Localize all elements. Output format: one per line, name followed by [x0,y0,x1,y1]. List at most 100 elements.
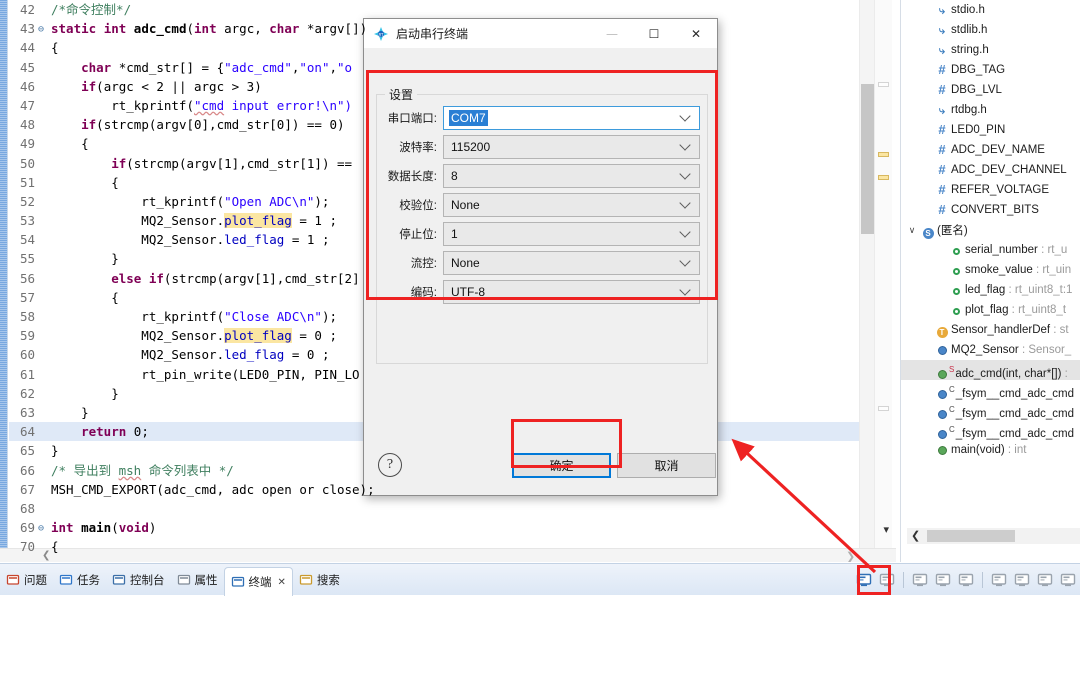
baud-rate-combobox[interactable]: 115200 [443,134,700,159]
define-icon: # [938,142,946,157]
outline-item-label: REFER_VOLTAGE [951,184,1049,196]
chevron-down-icon[interactable]: ▾ [883,523,889,536]
code-line[interactable]: 68 [9,499,889,518]
cancel-button[interactable]: 取消 [617,453,716,478]
outline-item[interactable]: ∨ S (匿名) [901,220,1080,240]
chevron-down-icon[interactable] [681,169,692,180]
copy-all-button[interactable] [989,570,1009,590]
outline-item[interactable]: # CONVERT_BITS [901,200,1080,220]
settings-button[interactable] [1035,570,1055,590]
outline-item[interactable]: serial_number : rt_u [901,240,1080,260]
layout-button[interactable] [956,570,976,590]
outline-item[interactable]: # DBG_LVL [901,80,1080,100]
view-tab-strip[interactable]: 问题 任务 控制台 属性 终端 ✕ 搜索 [0,564,346,596]
paste-special-button[interactable] [933,570,953,590]
fold-toggle-icon[interactable]: ⊖ [35,20,47,39]
editor-overview-ruler[interactable] [874,0,892,548]
fold-toggle-icon[interactable]: ⊖ [35,519,47,538]
code-line[interactable]: 69 ⊖ int main(void) [9,518,889,537]
outline-item[interactable]: # REFER_VOLTAGE [901,180,1080,200]
view-tab-problems[interactable]: 问题 [0,567,53,593]
outline-item-label: ADC_DEV_CHANNEL [951,164,1067,176]
line-number: 48 [19,117,35,133]
outline-item[interactable]: C_fsym__cmd_adc_cmd [901,380,1080,400]
view-tab-properties[interactable]: 属性 [171,567,224,593]
open-terminal-button[interactable] [854,570,874,590]
outline-view[interactable]: ⤷ stdio.h ⤷ stdlib.h ⤷ string.h # DBG_TAG # DBG_L… [900,0,1080,562]
line-number: 56 [19,270,35,286]
chevron-down-icon[interactable] [681,111,692,122]
outline-item[interactable]: # LED0_PIN [901,120,1080,140]
flow-control-combobox[interactable]: None [443,250,700,275]
outline-item[interactable]: main(void) : int [901,440,1080,460]
outline-item[interactable]: ⤷ stdio.h [901,0,1080,20]
terminal-toolbar[interactable] [854,567,1078,593]
close-icon[interactable]: ✕ [278,577,286,588]
outline-item[interactable]: T Sensor_handlerDef : st [901,320,1080,340]
view-tab-tasks[interactable]: 任务 [53,567,106,593]
outline-item[interactable]: # ADC_DEV_NAME [901,140,1080,160]
ok-button[interactable]: 确定 [512,453,611,478]
minimize-view-button[interactable] [1058,570,1078,590]
help-button[interactable]: ? [378,453,402,477]
outline-item[interactable]: Sadc_cmd(int, char*[]) : [901,360,1080,380]
scrollbar-thumb[interactable] [861,84,874,234]
outline-item[interactable]: # ADC_DEV_CHANNEL [901,160,1080,180]
line-number: 67 [19,481,35,497]
chevron-down-icon[interactable] [681,227,692,238]
outline-item[interactable]: # DBG_TAG [901,60,1080,80]
editor-vertical-scrollbar[interactable] [859,0,874,548]
minimize-button[interactable]: — [591,19,633,48]
code-text: rt_kprintf("cmd input error!\n") [51,97,353,113]
outline-item-badge: C [949,405,955,414]
outline-item[interactable]: MQ2_Sensor : Sensor_ [901,340,1080,360]
outline-item[interactable]: C_fsym__cmd_adc_cmd [901,420,1080,440]
parity-value: None [451,197,480,212]
outline-item[interactable]: ⤷ string.h [901,40,1080,60]
outline-item-label: smoke_value [965,264,1033,276]
close-button[interactable]: ✕ [675,19,717,48]
outline-item[interactable]: ⤷ stdlib.h [901,20,1080,40]
stop-bits-combobox[interactable]: 1 [443,221,700,246]
line-number: 52 [19,193,35,209]
chevron-down-icon[interactable]: ∨ [905,220,919,240]
view-tab-terminal[interactable]: 终端 ✕ [223,567,293,596]
dialog-title-bar[interactable]: RT 启动串行终端 — ☐ ✕ [364,19,717,49]
serial-port-combobox[interactable]: COM7 [443,105,700,130]
view-tab-console[interactable]: 控制台 [106,567,171,593]
clear-button[interactable] [1012,570,1032,590]
data-bits-combobox[interactable]: 8 [443,163,700,188]
outline-item[interactable]: plot_flag : rt_uint8_t [901,300,1080,320]
view-tab-search[interactable]: 搜索 [293,567,346,593]
outline-item-label: (匿名) [937,225,968,237]
encoding-combobox[interactable]: UTF-8 [443,279,700,304]
chevron-down-icon[interactable] [681,140,692,151]
maximize-button[interactable]: ☐ [633,19,675,48]
line-number: 47 [19,97,35,113]
code-text: MQ2_Sensor.led_flag = 0 ; [51,347,330,363]
code-line[interactable]: 42 /*命令控制*/ [9,0,889,19]
outline-item-type: : Sensor_ [1018,344,1072,356]
outline-item[interactable]: led_flag : rt_uint8_t:1 [901,280,1080,300]
outline-item[interactable]: ⤷ rtdbg.h [901,100,1080,120]
outline-horizontal-scrollbar[interactable]: ❮ [907,528,1080,544]
outline-tree[interactable]: ⤷ stdio.h ⤷ stdlib.h ⤷ string.h # DBG_TAG # DBG_L… [901,0,1080,460]
scroll-left-icon[interactable]: ❮ [911,528,920,544]
line-number: 57 [19,289,35,305]
outline-item[interactable]: C_fsym__cmd_adc_cmd [901,400,1080,420]
line-number: 63 [19,404,35,420]
scroll-right-icon[interactable]: ❯ [846,550,855,562]
serial-port-value: COM7 [449,109,488,126]
serial-terminal-dialog[interactable]: RT 启动串行终端 — ☐ ✕ 设置 串口端口: COM7 波特率: 115200 数据… [363,18,718,496]
include-icon: ⤷ [938,25,946,37]
outline-item[interactable]: smoke_value : rt_uin [901,260,1080,280]
scrollbar-thumb[interactable] [927,530,1015,542]
connect-button[interactable] [877,570,897,590]
copy-button[interactable] [910,570,930,590]
chevron-down-icon[interactable] [681,256,692,267]
chevron-down-icon[interactable] [681,198,692,209]
baud-rate-label: 波特率: [399,141,437,154]
chevron-down-icon[interactable] [681,285,692,296]
editor-horizontal-scrollbar[interactable]: ❮ ❯ [0,548,896,562]
parity-combobox[interactable]: None [443,192,700,217]
